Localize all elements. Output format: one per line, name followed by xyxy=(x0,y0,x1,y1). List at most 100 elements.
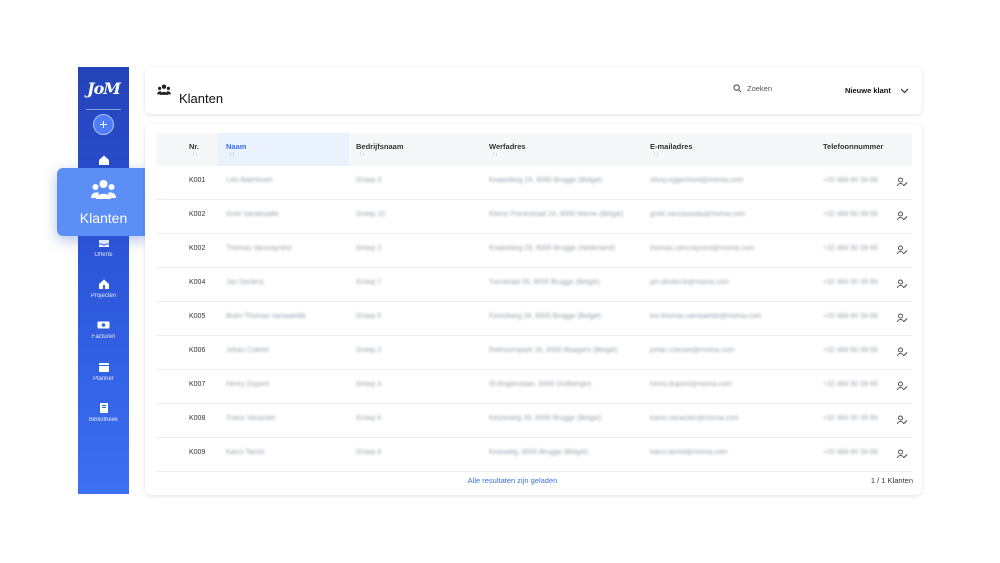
column-label: Telefoonnummer xyxy=(823,142,884,151)
table-row[interactable]: K001 Lies Baertsoen Groep 3 Kraaisteeg 29, … xyxy=(156,166,912,200)
cell-tel: +32 484 60 39 69 xyxy=(823,245,878,252)
cell-tel: +32 484 60 39 69 xyxy=(823,449,878,456)
cell-nr: K009 xyxy=(189,449,206,456)
cell-bedrijf: Groep 10 xyxy=(356,211,386,218)
cell-email: kaico.tamot@moma.com xyxy=(650,449,728,456)
table-row[interactable]: K009 Kaico Tamot Groep 8 Kruisweg, 8000 Bru… xyxy=(156,438,912,472)
sidebar-item-projects[interactable]: Projecten xyxy=(78,278,129,299)
sidebar-item-klanten[interactable]: Klanten xyxy=(57,168,150,236)
cell-tel: +32 484 60 39 69 xyxy=(823,177,878,184)
cell-nr: K005 xyxy=(189,313,206,320)
sidebar-item-label: Planner xyxy=(93,376,114,382)
edit-client-icon[interactable] xyxy=(897,245,908,255)
sidebar-item-label: Bibliotheek xyxy=(88,417,119,423)
edit-client-icon[interactable] xyxy=(897,279,908,289)
column-header-email[interactable]: E-mailadres ↑↓ xyxy=(650,142,693,158)
cell-email: henry.dupont@moma.com xyxy=(650,381,733,388)
cell-adres: Kraaisteeg 29, 8000 Brugge (België) xyxy=(489,177,603,184)
cell-nr: K004 xyxy=(189,279,206,286)
edit-client-icon[interactable] xyxy=(897,381,908,391)
cell-naam: Bram Thomas Vanwaelde xyxy=(226,313,306,320)
column-header-telefoonnummer[interactable]: Telefoonnummer xyxy=(823,142,883,151)
cell-nr: K008 xyxy=(189,415,206,422)
cell-adres: Tuinstraat 39, 8000 Brugge (België) xyxy=(489,279,600,286)
edit-client-icon[interactable] xyxy=(897,313,908,323)
users-icon xyxy=(157,84,171,95)
clients-table: Nr. ↑↓ Naam ↑↓ Bedrijfsnaam ↑↓ Werfadres… xyxy=(145,124,922,495)
cell-adres: Kruisweg, 8000 Brugge (België) xyxy=(489,449,588,456)
search-icon xyxy=(733,84,742,93)
column-label: Werfadres xyxy=(489,142,526,151)
cell-bedrijf: Groep 3 xyxy=(356,347,382,354)
sidebar: JoM + Offerte Projecten Facturen Planner xyxy=(78,67,129,494)
cell-naam: Griet Vandewalle xyxy=(226,211,279,218)
result-count: 1 / 1 Klanten xyxy=(870,476,913,485)
cell-naam: Jan Declerq xyxy=(226,279,264,286)
cell-bedrijf: Groep 4 xyxy=(356,381,382,388)
cell-adres: Eekhoornpark 16, 8000 Blaagem (België) xyxy=(489,347,618,354)
table-row[interactable]: K006 Johan Coletet Groep 3 Eekhoornpark 16,… xyxy=(156,336,912,370)
page-header: Klanten Zoeken Nieuwe klant xyxy=(145,67,922,114)
cell-tel: +32 484 60 39 69 xyxy=(823,313,878,320)
cell-email: bst.thomas.vanwaelde@moma.com xyxy=(650,313,762,320)
sidebar-item-offers[interactable]: Offerte xyxy=(78,237,129,258)
cell-email: jan.declerck@moma.com xyxy=(650,279,730,286)
column-label: Nr. xyxy=(189,142,200,151)
cell-bedrijf: Groep 2 xyxy=(356,245,382,252)
sort-icon: ↑↓ xyxy=(653,152,659,158)
cell-tel: +32 484 60 39 69 xyxy=(823,279,878,286)
cell-bedrijf: Groep 8 xyxy=(356,449,382,456)
book-icon xyxy=(99,403,108,413)
column-header-naam[interactable]: Naam ↑↓ xyxy=(226,142,246,158)
sidebar-item-home[interactable] xyxy=(78,154,129,166)
table-row[interactable]: K002 Thomas Vancraynest Groep 2 Kraaisteeg … xyxy=(156,234,912,268)
sidebar-item-planner[interactable]: Planner xyxy=(78,361,129,382)
table-row[interactable]: K004 Jan Declerq Groep 7 Tuinstraat 39, 800… xyxy=(156,268,912,302)
table-row[interactable]: K007 Henry Dupont Groep 4 St.Rogierslaan, 8… xyxy=(156,370,912,404)
edit-client-icon[interactable] xyxy=(897,415,908,425)
edit-client-icon[interactable] xyxy=(897,177,908,187)
search-input[interactable]: Zoeken xyxy=(733,84,772,93)
cell-email: travis.vanacker@moma.com xyxy=(650,415,739,422)
cell-naam: Henry Dupont xyxy=(226,381,270,388)
table-header: Nr. ↑↓ Naam ↑↓ Bedrijfsnaam ↑↓ Werfadres… xyxy=(156,133,912,166)
cell-tel: +32 484 60 39 69 xyxy=(823,347,878,354)
table-row[interactable]: K002 Griet Vandewalle Groep 10 Kleine Pomes… xyxy=(156,200,912,234)
cell-nr: K001 xyxy=(189,177,206,184)
load-status-link[interactable]: Alle resultaten zijn geladen xyxy=(145,476,880,485)
sidebar-item-label: Klanten xyxy=(79,210,128,226)
page-title: Klanten xyxy=(179,90,224,106)
sort-icon: ↑↓ xyxy=(229,152,235,158)
cell-nr: K002 xyxy=(189,211,206,218)
cell-tel: +32 484 60 39 69 xyxy=(823,415,878,422)
cell-bedrijf: Groep 5 xyxy=(356,313,382,320)
sidebar-item-library[interactable]: Bibliotheek xyxy=(78,402,129,423)
home-icon xyxy=(98,155,109,165)
edit-client-icon[interactable] xyxy=(897,211,908,221)
sort-icon: ↑↓ xyxy=(359,152,365,158)
add-button[interactable]: + xyxy=(93,114,114,135)
chevron-down-icon xyxy=(900,88,909,93)
sidebar-item-invoices[interactable]: Facturen xyxy=(78,319,129,340)
new-client-label: Nieuwe klant xyxy=(845,86,891,95)
edit-client-icon[interactable] xyxy=(897,347,908,357)
cell-bedrijf: Groep 6 xyxy=(356,415,382,422)
cell-tel: +32 484 60 39 69 xyxy=(823,381,878,388)
cell-naam: Johan Coletet xyxy=(226,347,270,354)
table-row[interactable]: K005 Bram Thomas Vanwaelde Groep 5 Forestwe… xyxy=(156,302,912,336)
sidebar-item-label: Facturen xyxy=(91,334,116,340)
cell-email: johan.coessel@moma.com xyxy=(650,347,735,354)
column-label: Naam xyxy=(226,142,247,151)
cell-naam: Lies Baertsoen xyxy=(226,177,273,184)
cell-nr: K007 xyxy=(189,381,206,388)
edit-client-icon[interactable] xyxy=(897,449,908,459)
column-header-bedrijfsnaam[interactable]: Bedrijfsnaam ↑↓ xyxy=(356,142,404,158)
cell-adres: Keizerweg 39, 8000 Brugge (België) xyxy=(489,415,602,422)
table-row[interactable]: K008 Travis Vanacker Groep 6 Keizerweg 39, … xyxy=(156,404,912,438)
column-label: Bedrijfsnaam xyxy=(356,142,404,151)
cell-email: griek.vanzaswala@moma.com xyxy=(650,211,746,218)
column-header-werfadres[interactable]: Werfadres ↑↓ xyxy=(489,142,526,158)
inbox-icon xyxy=(98,240,109,247)
new-client-button[interactable]: Nieuwe klant xyxy=(845,86,909,95)
column-header-nr[interactable]: Nr. ↑↓ xyxy=(189,142,199,158)
